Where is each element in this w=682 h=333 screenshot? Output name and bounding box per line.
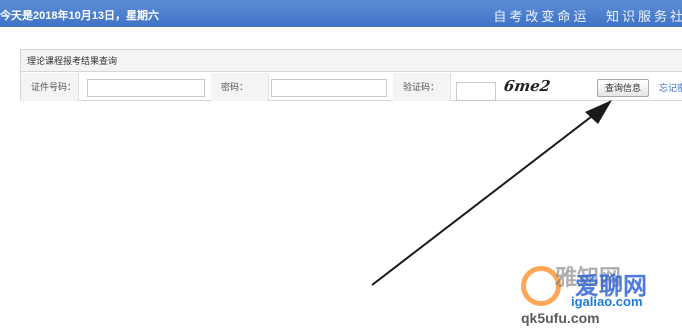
watermark: 雅知网 爱聊网 igaliao.com qk5ufu.com xyxy=(515,256,682,333)
watermark-url: igaliao.com xyxy=(571,294,643,309)
watermark-url-secondary: qk5ufu.com xyxy=(521,310,600,326)
arrow-head xyxy=(585,100,612,124)
